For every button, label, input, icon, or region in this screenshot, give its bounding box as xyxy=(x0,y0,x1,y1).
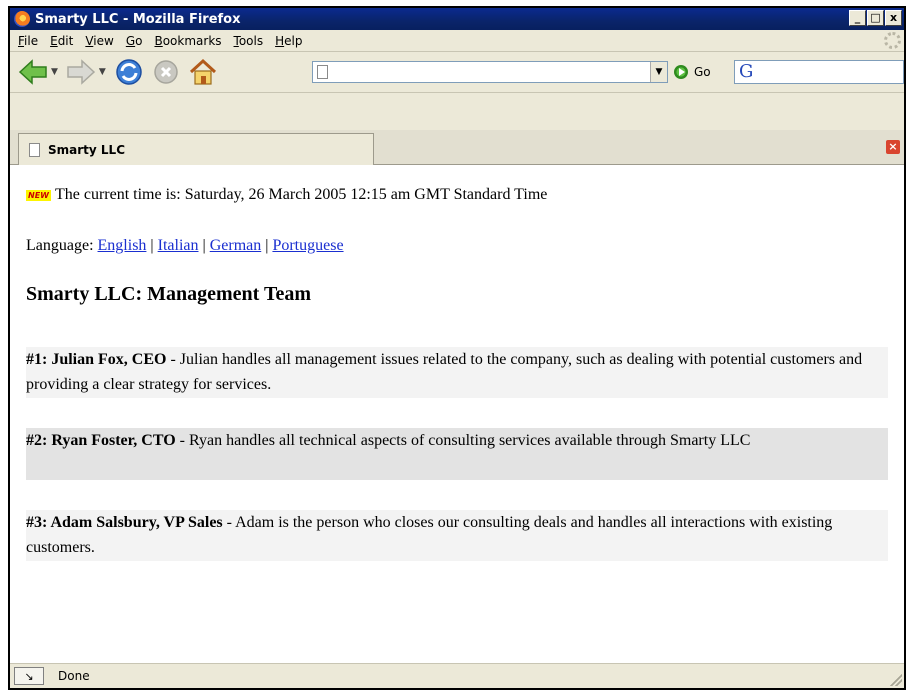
throbber-icon xyxy=(884,32,901,49)
team-member-item: #2: Ryan Foster, CTO - Ryan handles all … xyxy=(26,428,888,480)
go-button[interactable]: Go xyxy=(674,65,711,79)
page-icon xyxy=(317,65,328,79)
tab-smarty-llc[interactable]: Smarty LLC xyxy=(18,133,374,165)
new-badge-icon: NEW xyxy=(26,189,51,201)
maximize-button[interactable]: □ xyxy=(867,10,884,26)
language-link-portuguese[interactable]: Portuguese xyxy=(272,237,343,254)
language-selector: Language: English | Italian | German | P… xyxy=(26,237,344,254)
menu-view[interactable]: View xyxy=(85,34,113,48)
status-connection-icon: ↘ xyxy=(14,667,44,685)
go-label: Go xyxy=(694,65,711,79)
search-input[interactable]: G xyxy=(734,60,904,84)
reload-button[interactable] xyxy=(114,57,144,87)
browser-window: Smarty LLC - Mozilla Firefox _ □ x File … xyxy=(8,6,906,690)
stop-icon xyxy=(154,60,178,84)
current-time-text: The current time is: Saturday, 26 March … xyxy=(54,186,548,203)
url-input[interactable]: ▼ xyxy=(312,61,668,83)
navigation-toolbar: ▼ ▼ ▼ Go G xyxy=(10,52,904,93)
menu-file[interactable]: File xyxy=(18,34,38,48)
minimize-button[interactable]: _ xyxy=(849,10,866,26)
menu-bar: File Edit View Go Bookmarks Tools Help xyxy=(10,30,904,52)
go-icon xyxy=(674,65,688,79)
tab-title: Smarty LLC xyxy=(48,142,125,157)
url-dropdown-button[interactable]: ▼ xyxy=(650,62,667,82)
status-bar: ↘ Done xyxy=(10,663,904,688)
page-content: NEW The current time is: Saturday, 26 Ma… xyxy=(10,165,904,664)
back-arrow-icon xyxy=(18,59,47,85)
menu-tools[interactable]: Tools xyxy=(234,34,264,48)
page-icon xyxy=(29,142,40,157)
title-bar: Smarty LLC - Mozilla Firefox _ □ x xyxy=(10,8,904,30)
home-icon xyxy=(189,58,216,85)
language-link-english[interactable]: English xyxy=(98,237,147,254)
forward-button[interactable]: ▼ xyxy=(66,59,106,85)
member-description: - Ryan handles all technical aspects of … xyxy=(175,432,751,449)
back-history-dropdown-icon[interactable]: ▼ xyxy=(51,67,58,77)
language-label: Language: xyxy=(26,237,98,254)
close-tab-icon[interactable]: × xyxy=(886,140,900,154)
resize-grip-icon[interactable] xyxy=(890,674,902,686)
menu-help[interactable]: Help xyxy=(275,34,302,48)
forward-arrow-icon xyxy=(67,59,96,85)
menu-bookmarks[interactable]: Bookmarks xyxy=(154,34,221,48)
menu-go[interactable]: Go xyxy=(126,34,143,48)
language-link-italian[interactable]: Italian xyxy=(158,237,199,254)
google-search-icon[interactable]: G xyxy=(739,62,753,82)
forward-history-dropdown-icon[interactable]: ▼ xyxy=(99,67,106,77)
team-member-item: #3: Adam Salsbury, VP Sales - Adam is th… xyxy=(26,510,888,561)
reload-icon xyxy=(116,59,142,85)
tab-bar: Smarty LLC × xyxy=(10,130,904,165)
close-window-button[interactable]: x xyxy=(885,10,902,26)
window-title: Smarty LLC - Mozilla Firefox xyxy=(35,11,241,27)
status-text: Done xyxy=(58,669,90,683)
team-member-item: #1: Julian Fox, CEO - Julian handles all… xyxy=(26,347,888,398)
current-time-line: NEW The current time is: Saturday, 26 Ma… xyxy=(26,186,547,204)
firefox-icon xyxy=(14,11,30,27)
menu-edit[interactable]: Edit xyxy=(50,34,73,48)
member-title: #3: Adam Salsbury, VP Sales xyxy=(26,514,223,531)
home-button[interactable] xyxy=(188,58,218,86)
page-heading: Smarty LLC: Management Team xyxy=(26,283,311,305)
stop-button[interactable] xyxy=(152,58,180,86)
language-link-german[interactable]: German xyxy=(210,237,262,254)
member-title: #1: Julian Fox, CEO xyxy=(26,351,167,368)
window-controls: _ □ x xyxy=(849,10,902,26)
member-title: #2: Ryan Foster, CTO xyxy=(26,432,176,449)
back-button[interactable]: ▼ xyxy=(18,59,58,85)
